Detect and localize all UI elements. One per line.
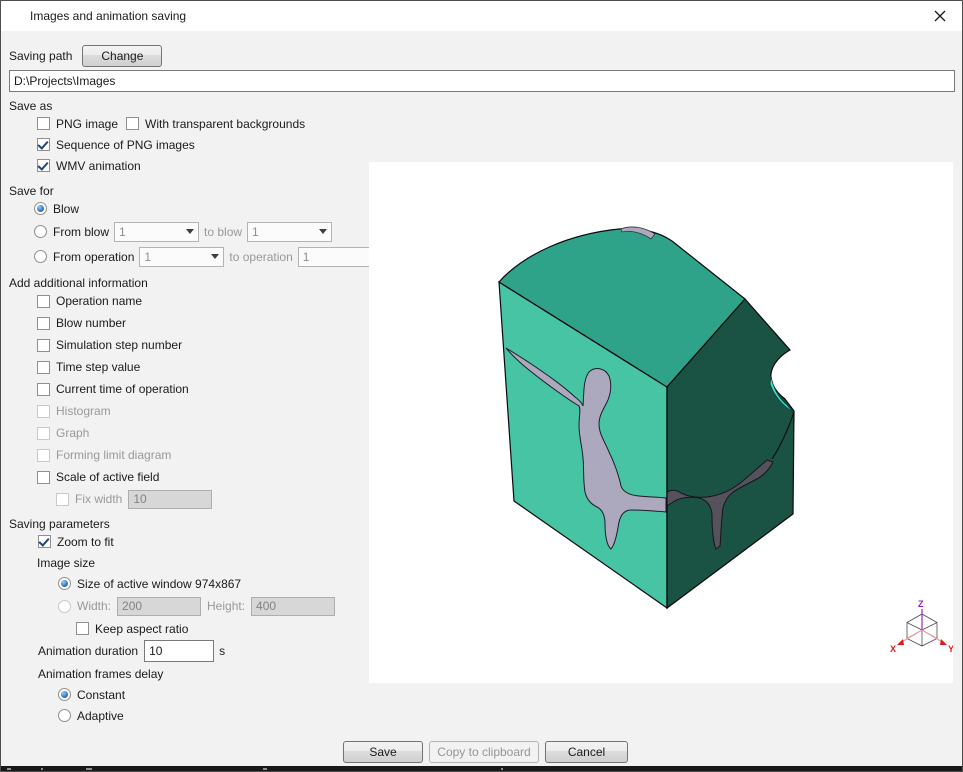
from-blow-value: 1 <box>119 225 186 239</box>
chevron-down-icon <box>211 254 219 259</box>
radio-blow[interactable] <box>34 202 47 215</box>
width-input <box>117 597 201 616</box>
to-blow-label: to blow <box>204 225 242 239</box>
fld-label: Forming limit diagram <box>56 448 171 462</box>
preview-3d-image: Z X Y <box>369 162 953 683</box>
checkbox-sequence-png[interactable] <box>37 138 50 151</box>
checkbox-histogram <box>37 405 50 418</box>
blow-number-label[interactable]: Blow number <box>56 316 126 330</box>
checkbox-graph <box>37 427 50 440</box>
checkbox-png-image[interactable] <box>37 117 50 130</box>
change-path-button[interactable]: Change <box>82 45 162 67</box>
checkbox-time-step[interactable] <box>37 361 50 374</box>
width-label: Width: <box>77 599 111 613</box>
save-as-header: Save as <box>9 100 956 113</box>
checkbox-sim-step[interactable] <box>37 339 50 352</box>
cancel-button[interactable]: Cancel <box>545 741 628 763</box>
title-bar: Images and animation saving <box>1 1 962 31</box>
blow-label[interactable]: Blow <box>53 202 79 216</box>
checkbox-scale-active-field[interactable] <box>37 471 50 484</box>
png-image-label[interactable]: PNG image <box>56 117 118 131</box>
to-operation-label: to operation <box>229 250 292 264</box>
window-title: Images and animation saving <box>1 9 186 23</box>
preview-panel: Z X Y <box>369 162 953 683</box>
chevron-down-icon <box>319 229 327 234</box>
close-button[interactable] <box>926 4 954 28</box>
radio-constant[interactable] <box>58 688 71 701</box>
wmv-animation-label[interactable]: WMV animation <box>56 159 141 173</box>
checkbox-keep-aspect-ratio[interactable] <box>76 622 89 635</box>
checkbox-transparent-bg[interactable] <box>126 117 139 130</box>
checkbox-current-time[interactable] <box>37 383 50 396</box>
footer-buttons: Save Copy to clipboard Cancel <box>343 741 628 763</box>
from-operation-value: 1 <box>144 250 211 264</box>
saving-path-label: Saving path <box>9 49 72 63</box>
radio-active-window-size[interactable] <box>58 577 71 590</box>
radio-custom-size[interactable] <box>58 600 71 613</box>
height-label: Height: <box>207 599 245 613</box>
axis-y-label: Y <box>948 644 953 654</box>
frames-delay-label: Animation frames delay <box>38 667 163 681</box>
current-time-label[interactable]: Current time of operation <box>56 382 189 396</box>
histogram-label: Histogram <box>56 404 111 418</box>
transparent-bg-label[interactable]: With transparent backgrounds <box>145 117 305 131</box>
to-blow-value: 1 <box>252 225 319 239</box>
operation-name-label[interactable]: Operation name <box>56 294 142 308</box>
from-blow-label[interactable]: From blow <box>53 225 109 239</box>
checkbox-zoom-to-fit[interactable] <box>38 535 51 548</box>
constant-label[interactable]: Constant <box>77 688 125 702</box>
checkbox-blow-number[interactable] <box>37 317 50 330</box>
to-blow-dropdown: 1 <box>247 222 332 242</box>
sequence-png-row: Sequence of PNG images <box>9 134 956 155</box>
adaptive-row: Adaptive <box>9 705 956 726</box>
active-window-label[interactable]: Size of active window 974x867 <box>77 577 241 591</box>
png-image-row: PNG image With transparent backgrounds <box>9 113 956 134</box>
fix-width-input <box>128 490 212 509</box>
scale-label[interactable]: Scale of active field <box>56 470 159 484</box>
saving-path-row: Saving path Change <box>9 45 956 67</box>
radio-adaptive[interactable] <box>58 709 71 722</box>
sim-step-label[interactable]: Simulation step number <box>56 338 182 352</box>
checkbox-fld <box>37 449 50 462</box>
duration-unit-label: s <box>219 644 225 658</box>
radio-from-blow[interactable] <box>34 225 47 238</box>
path-input-row <box>9 70 956 92</box>
graph-label: Graph <box>56 426 89 440</box>
animation-duration-label: Animation duration <box>38 644 138 658</box>
from-operation-label[interactable]: From operation <box>53 250 134 264</box>
saving-path-input[interactable] <box>9 70 955 92</box>
to-operation-value: 1 <box>303 250 370 264</box>
save-button[interactable]: Save <box>343 741 423 763</box>
dialog-window: Images and animation saving Saving path … <box>0 0 963 772</box>
checkbox-operation-name[interactable] <box>37 295 50 308</box>
constant-row: Constant <box>9 684 956 705</box>
height-input <box>251 597 335 616</box>
copy-to-clipboard-button: Copy to clipboard <box>429 741 539 763</box>
background-app-strip <box>1 766 962 772</box>
fix-width-label: Fix width <box>75 492 122 506</box>
close-icon <box>934 10 946 22</box>
checkbox-fix-width <box>56 493 69 506</box>
time-step-label[interactable]: Time step value <box>56 360 140 374</box>
animation-duration-input[interactable] <box>144 640 214 662</box>
checkbox-wmv-animation[interactable] <box>37 159 50 172</box>
radio-from-operation[interactable] <box>34 250 47 263</box>
axis-x-label: X <box>890 644 896 654</box>
zoom-to-fit-label[interactable]: Zoom to fit <box>57 535 114 549</box>
sequence-png-label[interactable]: Sequence of PNG images <box>56 138 195 152</box>
from-blow-dropdown: 1 <box>114 222 199 242</box>
keep-aspect-label[interactable]: Keep aspect ratio <box>95 622 188 636</box>
adaptive-label[interactable]: Adaptive <box>77 709 124 723</box>
chevron-down-icon <box>186 229 194 234</box>
axis-triad-icon: Z X Y <box>890 599 953 654</box>
image-size-label: Image size <box>37 556 95 570</box>
axis-z-label: Z <box>918 599 924 609</box>
from-operation-dropdown: 1 <box>139 247 224 267</box>
